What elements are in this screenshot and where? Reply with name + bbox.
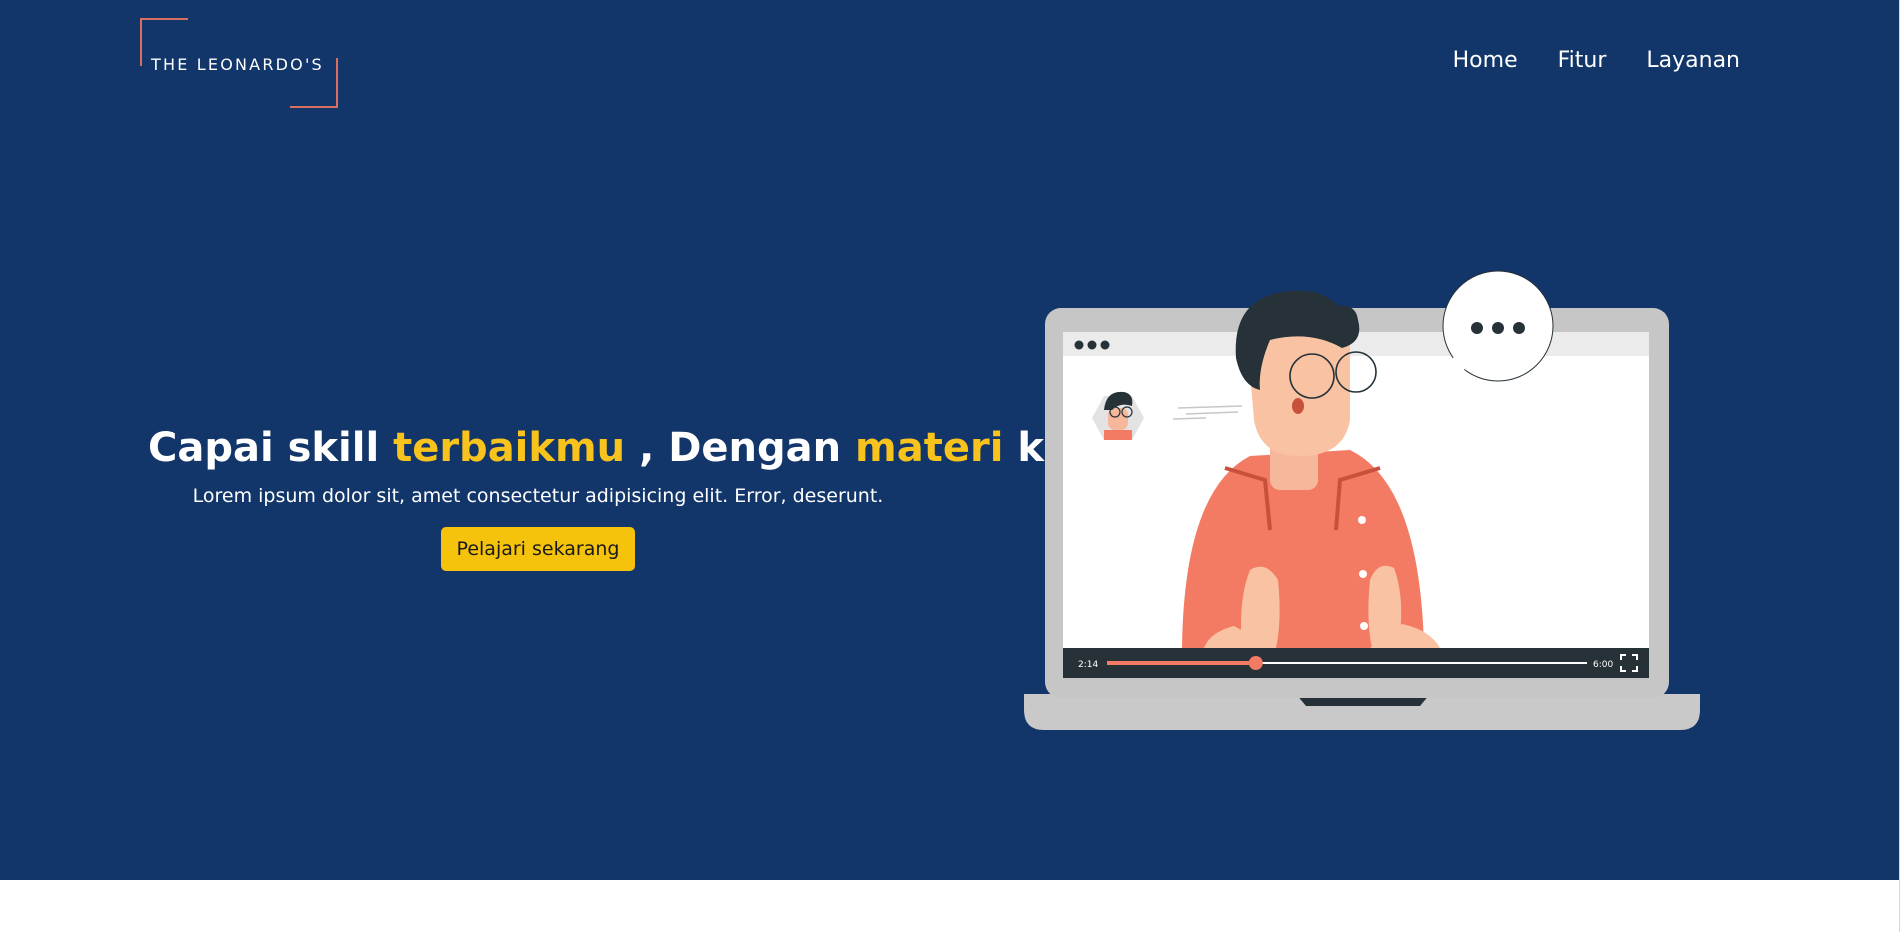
main-nav: Home Fitur Layanan bbox=[1453, 48, 1740, 73]
brand-logo[interactable]: THE LEONARDO'S bbox=[140, 18, 340, 108]
hero-subtitle: Lorem ipsum dolor sit, amet consectetur … bbox=[192, 485, 884, 507]
duration: 6:00 bbox=[1593, 660, 1613, 670]
progress-scrubber[interactable] bbox=[1248, 656, 1263, 670]
learn-now-button[interactable]: Pelajari sekarang bbox=[440, 527, 636, 571]
headline-part-2: , Dengan bbox=[625, 425, 856, 471]
nav-layanan-link[interactable]: Layanan bbox=[1646, 48, 1740, 73]
headline-accent-materi: materi bbox=[855, 425, 1004, 471]
brand-name: THE LEONARDO'S bbox=[151, 55, 324, 74]
headline-accent-terbaikmu: terbaikmu bbox=[393, 425, 626, 471]
current-time: 2:14 bbox=[1078, 660, 1098, 670]
speech-bubble-icon bbox=[1438, 270, 1554, 382]
nav-home-link[interactable]: Home bbox=[1453, 48, 1518, 73]
nav-fitur-link[interactable]: Fitur bbox=[1558, 48, 1607, 73]
hero-headline: Capai skill terbaikmu , Dengan materi ka… bbox=[148, 425, 1126, 471]
headline-part-1: Capai skill bbox=[148, 425, 394, 471]
window-dots-icon bbox=[1074, 340, 1110, 350]
hero-text: Capai skill terbaikmu , Dengan materi ka… bbox=[148, 425, 1126, 571]
hero-section: THE LEONARDO'S Home Fitur Layanan Capai … bbox=[0, 0, 1900, 880]
online-class-illustration: 2:14 6:00 bbox=[1024, 270, 1700, 730]
